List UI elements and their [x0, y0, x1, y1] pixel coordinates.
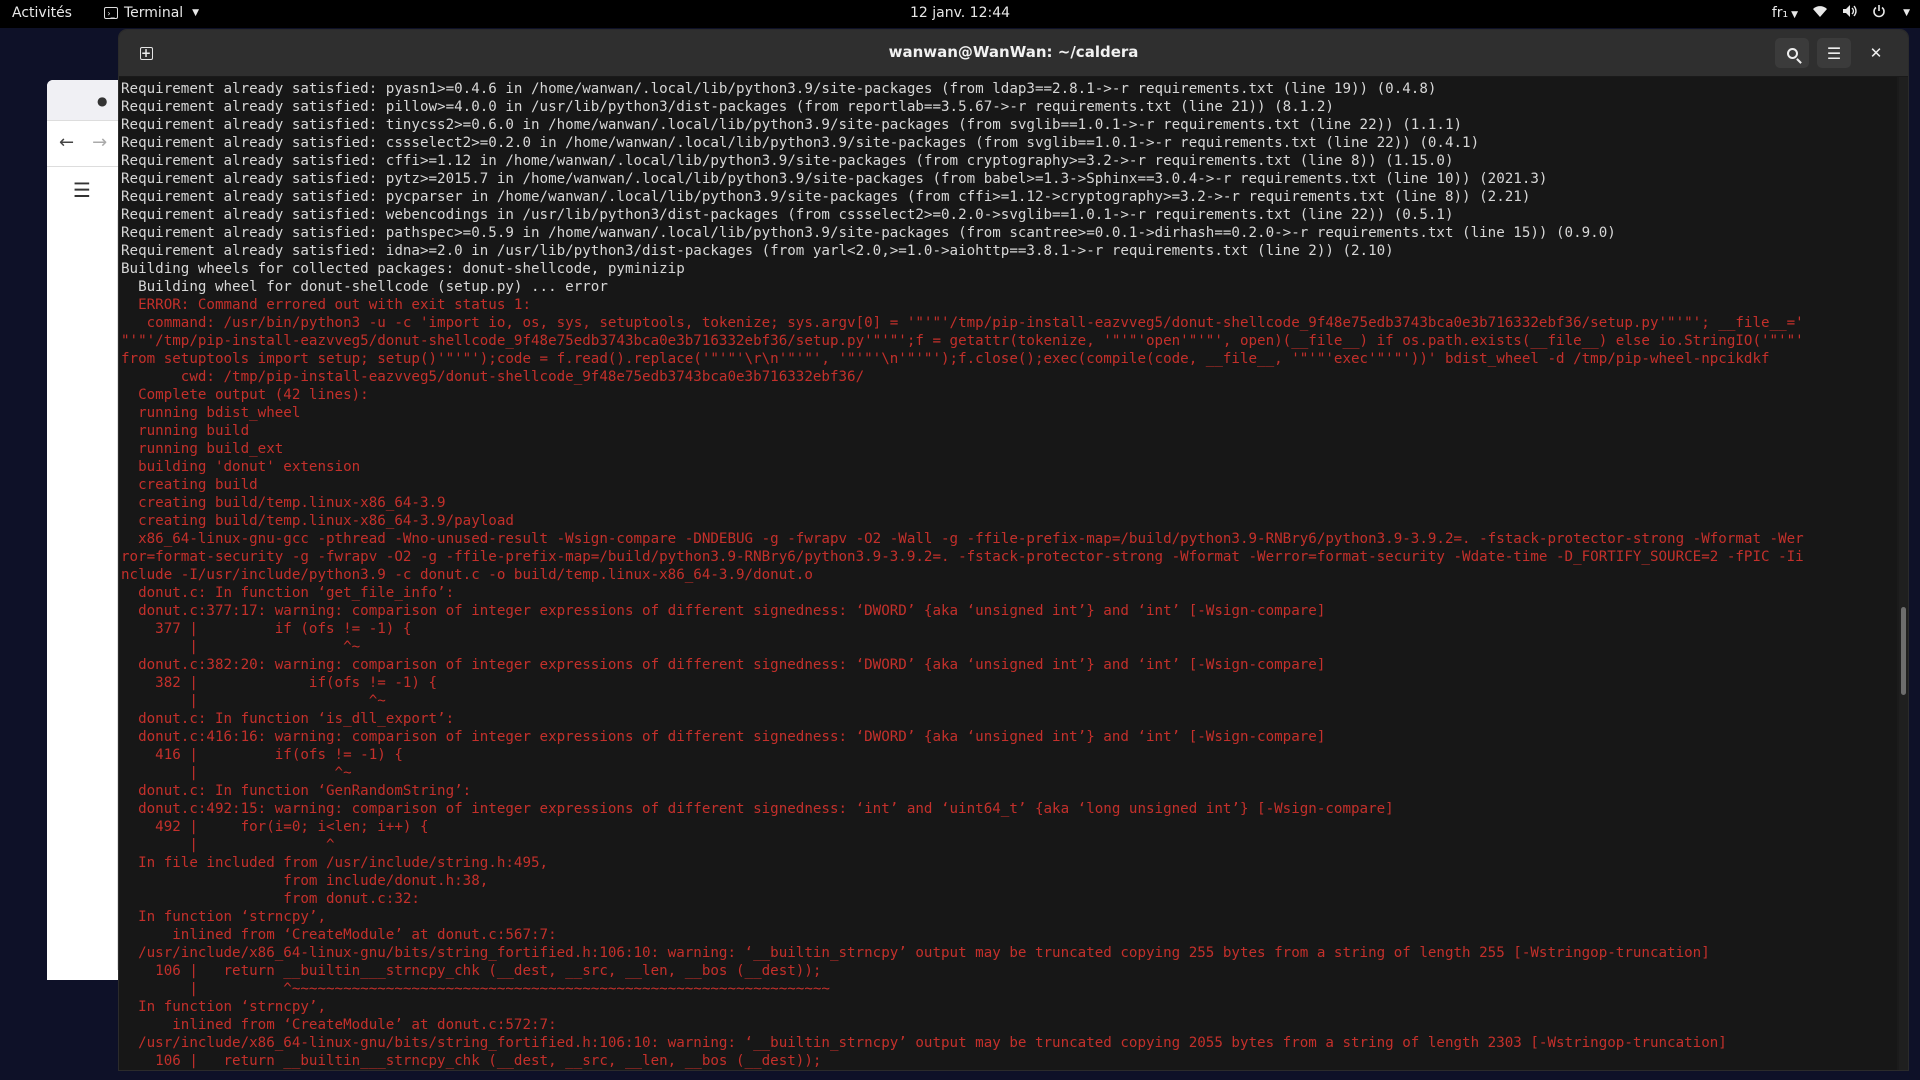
terminal-error-line: | ^~ — [121, 693, 386, 709]
terminal-error-line: donut.c:492:15: warning: comparison of i… — [121, 801, 1394, 817]
terminal-error-line: "'"'/tmp/pip-install-eazvveg5/donut-shel… — [121, 333, 1804, 349]
divider — [117, 210, 118, 970]
tab-favicon-icon: ● — [97, 94, 108, 108]
new-tab-icon: + — [139, 45, 153, 60]
browser-nav: ← → — [59, 132, 107, 153]
terminal-lines: Requirement already satisfied: pyasn1>=0… — [121, 80, 1804, 1070]
chevron-down-icon: ▼ — [1791, 10, 1799, 20]
search-button[interactable] — [1775, 38, 1809, 68]
terminal-error-line: | ^~~~~~~~~~~~~~~~~~~~~~~~~~~~~~~~~~~~~~… — [121, 981, 830, 997]
terminal-error-line: | ^~ — [121, 765, 352, 781]
terminal-header-bar: + wanwan@WanWan: ~/caldera ☰ ✕ — [119, 30, 1908, 77]
terminal-error-line: from setuptools import setup; setup()'"'… — [121, 351, 1770, 367]
terminal-error-line: x86_64-linux-gnu-gcc -pthread -Wno-unuse… — [121, 531, 1804, 547]
terminal-line: Requirement already satisfied: webencodi… — [121, 207, 1454, 223]
terminal-error-line: ERROR: Command errored out with exit sta… — [121, 297, 531, 313]
terminal-error-line: /usr/include/x86_64-linux-gnu/bits/strin… — [121, 1035, 1727, 1051]
terminal-error-line: 377 | if (ofs != -1) { — [121, 621, 412, 637]
app-menu-label: Terminal — [124, 5, 184, 21]
wifi-icon — [1812, 4, 1828, 22]
background-browser-window[interactable]: ● ← → ☰ — [47, 80, 127, 980]
power-icon — [1872, 4, 1886, 22]
terminal-line: Building wheels for collected packages: … — [121, 261, 685, 277]
terminal-error-line: donut.c: In function ‘GenRandomString’: — [121, 783, 472, 799]
terminal-line: Requirement already satisfied: pillow>=4… — [121, 99, 1334, 115]
terminal-line: Requirement already satisfied: cssselect… — [121, 135, 1480, 151]
hamburger-menu-icon[interactable]: ☰ — [73, 178, 91, 202]
terminal-window[interactable]: + wanwan@WanWan: ~/caldera ☰ ✕ Requireme… — [119, 30, 1908, 1070]
terminal-error-line: /usr/include/x86_64-linux-gnu/bits/strin… — [121, 945, 1710, 961]
menu-button[interactable]: ☰ — [1817, 38, 1851, 68]
new-tab-button[interactable]: + — [129, 38, 163, 68]
terminal-line: Requirement already satisfied: tinycss2>… — [121, 117, 1463, 133]
clock[interactable]: 12 janv. 12:44 — [0, 5, 1920, 21]
close-icon: ✕ — [1869, 44, 1883, 62]
terminal-error-line: nclude -I/usr/include/python3.9 -c donut… — [121, 567, 813, 583]
chevron-down-icon: ▼ — [1903, 8, 1910, 18]
terminal-error-line: 492 | for(i=0; i<len; i++) { — [121, 819, 429, 835]
terminal-error-line: running bdist_wheel — [121, 405, 301, 421]
system-status-area[interactable]: fr₁ ▼ ▼ — [1772, 4, 1910, 22]
chevron-down-icon: ▼ — [192, 8, 200, 18]
terminal-error-line: creating build — [121, 477, 258, 493]
terminal-error-line: | ^~ — [121, 639, 361, 655]
terminal-error-line: inlined from ‘CreateModule’ at donut.c:5… — [121, 1017, 557, 1033]
terminal-error-line: donut.c:377:17: warning: comparison of i… — [121, 603, 1326, 619]
terminal-error-line: command: /usr/bin/python3 -u -c 'import … — [121, 315, 1804, 331]
activities-button[interactable]: Activités — [12, 5, 72, 21]
terminal-error-line: 106 | return __builtin___strncpy_chk (__… — [121, 963, 822, 979]
terminal-error-line: 106 | return __builtin___strncpy_chk (__… — [121, 1053, 822, 1069]
terminal-line: Requirement already satisfied: pathspec>… — [121, 225, 1616, 241]
scrollbar-thumb[interactable] — [1901, 607, 1906, 695]
app-menu[interactable]: ›_ Terminal ▼ — [104, 5, 199, 21]
terminal-error-line: running build_ext — [121, 441, 284, 457]
terminal-output[interactable]: Requirement already satisfied: pyasn1>=0… — [119, 77, 1897, 1070]
terminal-error-line: from donut.c:32: — [121, 891, 420, 907]
search-icon — [1786, 47, 1798, 59]
browser-tab-strip[interactable] — [47, 80, 127, 121]
terminal-error-line: donut.c: In function ‘is_dll_export’: — [121, 711, 455, 727]
terminal-error-line: In function ‘strncpy’, — [121, 999, 326, 1015]
terminal-line: Requirement already satisfied: pyasn1>=0… — [121, 81, 1437, 97]
terminal-line: Requirement already satisfied: pytz>=201… — [121, 171, 1548, 187]
terminal-icon: ›_ — [104, 7, 118, 19]
terminal-error-line: donut.c:416:16: warning: comparison of i… — [121, 729, 1326, 745]
terminal-error-line: ror=format-security -g -fwrapv -O2 -g -f… — [121, 549, 1804, 565]
top-bar: Activités ›_ Terminal ▼ 12 janv. 12:44 f… — [0, 0, 1920, 28]
terminal-error-line: In file included from /usr/include/strin… — [121, 855, 549, 871]
terminal-line: Requirement already satisfied: pycparser… — [121, 189, 1531, 205]
terminal-error-line: In function ‘strncpy’, — [121, 909, 326, 925]
close-button[interactable]: ✕ — [1859, 38, 1893, 68]
forward-arrow-icon[interactable]: → — [92, 132, 107, 153]
terminal-error-line: cwd: /tmp/pip-install-eazvveg5/donut-she… — [121, 369, 865, 385]
terminal-error-line: donut.c:382:20: warning: comparison of i… — [121, 657, 1326, 673]
divider — [47, 166, 127, 167]
terminal-error-line: from include/donut.h:38, — [121, 873, 489, 889]
keyboard-layout-label: fr₁ — [1771, 5, 1789, 21]
terminal-line: Requirement already satisfied: idna>=2.0… — [121, 243, 1394, 259]
terminal-error-line: inlined from ‘CreateModule’ at donut.c:5… — [121, 927, 557, 943]
terminal-error-line: 382 | if(ofs != -1) { — [121, 675, 438, 691]
terminal-error-line: running build — [121, 423, 250, 439]
terminal-error-line: creating build/temp.linux-x86_64-3.9 — [121, 495, 446, 511]
keyboard-layout-indicator[interactable]: fr₁ ▼ — [1772, 5, 1798, 21]
terminal-error-line: creating build/temp.linux-x86_64-3.9/pay… — [121, 513, 514, 529]
terminal-error-line: | ^ — [121, 837, 335, 853]
terminal-error-line: 416 | if(ofs != -1) { — [121, 747, 403, 763]
terminal-error-line: building 'donut' extension — [121, 459, 361, 475]
window-title: wanwan@WanWan: ~/caldera — [888, 43, 1139, 61]
terminal-error-line: Complete output (42 lines): — [121, 387, 369, 403]
terminal-line: Building wheel for donut-shellcode (setu… — [121, 279, 608, 295]
hamburger-menu-icon: ☰ — [1826, 43, 1842, 63]
terminal-line: Requirement already satisfied: cffi>=1.1… — [121, 153, 1454, 169]
back-arrow-icon[interactable]: ← — [59, 132, 74, 153]
volume-icon — [1842, 4, 1858, 22]
terminal-error-line: donut.c: In function ‘get_file_info’: — [121, 585, 455, 601]
scrollbar[interactable] — [1899, 77, 1908, 1070]
